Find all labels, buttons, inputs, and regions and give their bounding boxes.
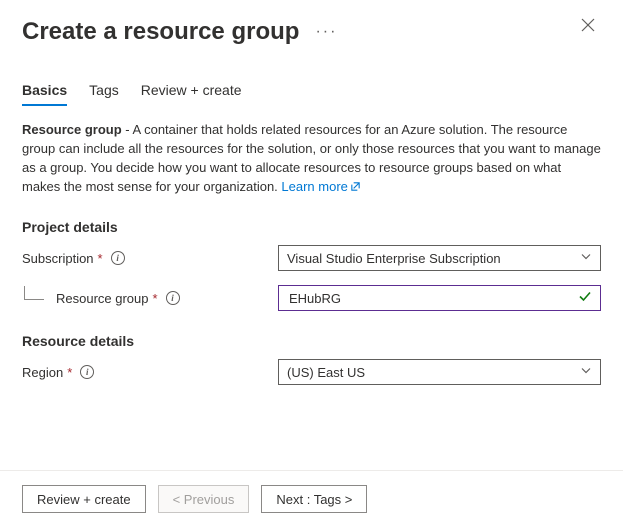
tab-tags[interactable]: Tags [89,82,119,106]
tabs: Basics Tags Review + create [22,82,601,107]
resource-group-description: Resource group - A container that holds … [22,121,601,197]
close-button[interactable] [577,18,599,40]
chevron-down-icon [580,251,592,266]
footer: Review + create < Previous Next : Tags > [0,470,623,527]
learn-more-text: Learn more [281,179,347,194]
tab-review-create[interactable]: Review + create [141,82,242,106]
resource-group-input[interactable] [287,290,574,307]
info-icon[interactable]: i [80,365,94,379]
resource-details-heading: Resource details [22,333,601,349]
info-icon[interactable]: i [166,291,180,305]
required-marker: * [67,365,72,380]
region-label-col: Region * i [22,365,278,380]
page-title: Create a resource group [22,18,299,46]
valid-check-icon [578,290,592,307]
external-link-icon [350,179,361,198]
resource-group-label: Resource group [56,291,149,306]
project-details-heading: Project details [22,219,601,235]
review-create-button[interactable]: Review + create [22,485,146,513]
subscription-dropdown[interactable]: Visual Studio Enterprise Subscription [278,245,601,271]
region-row: Region * i (US) East US [22,359,601,385]
subscription-label: Subscription [22,251,94,266]
learn-more-link[interactable]: Learn more [281,179,360,194]
title-row: Create a resource group ··· [22,18,601,46]
description-bold: Resource group [22,122,122,137]
info-icon[interactable]: i [111,251,125,265]
resource-group-row: Resource group * i [22,285,601,311]
more-actions-icon[interactable]: ··· [315,24,337,40]
resource-group-label-col: Resource group * i [22,291,278,306]
resource-group-input-wrapper [278,285,601,311]
required-marker: * [153,291,158,306]
subscription-row: Subscription * i Visual Studio Enterpris… [22,245,601,271]
close-icon [577,18,599,32]
subscription-label-col: Subscription * i [22,251,278,266]
region-label: Region [22,365,63,380]
region-dropdown[interactable]: (US) East US [278,359,601,385]
tab-basics[interactable]: Basics [22,82,67,106]
create-resource-group-panel: Create a resource group ··· Basics Tags … [0,0,623,527]
chevron-down-icon [580,365,592,380]
required-marker: * [98,251,103,266]
subscription-value: Visual Studio Enterprise Subscription [287,251,501,266]
region-value: (US) East US [287,365,365,380]
hierarchy-line-icon [24,286,44,300]
next-button[interactable]: Next : Tags > [261,485,367,513]
previous-button: < Previous [158,485,250,513]
